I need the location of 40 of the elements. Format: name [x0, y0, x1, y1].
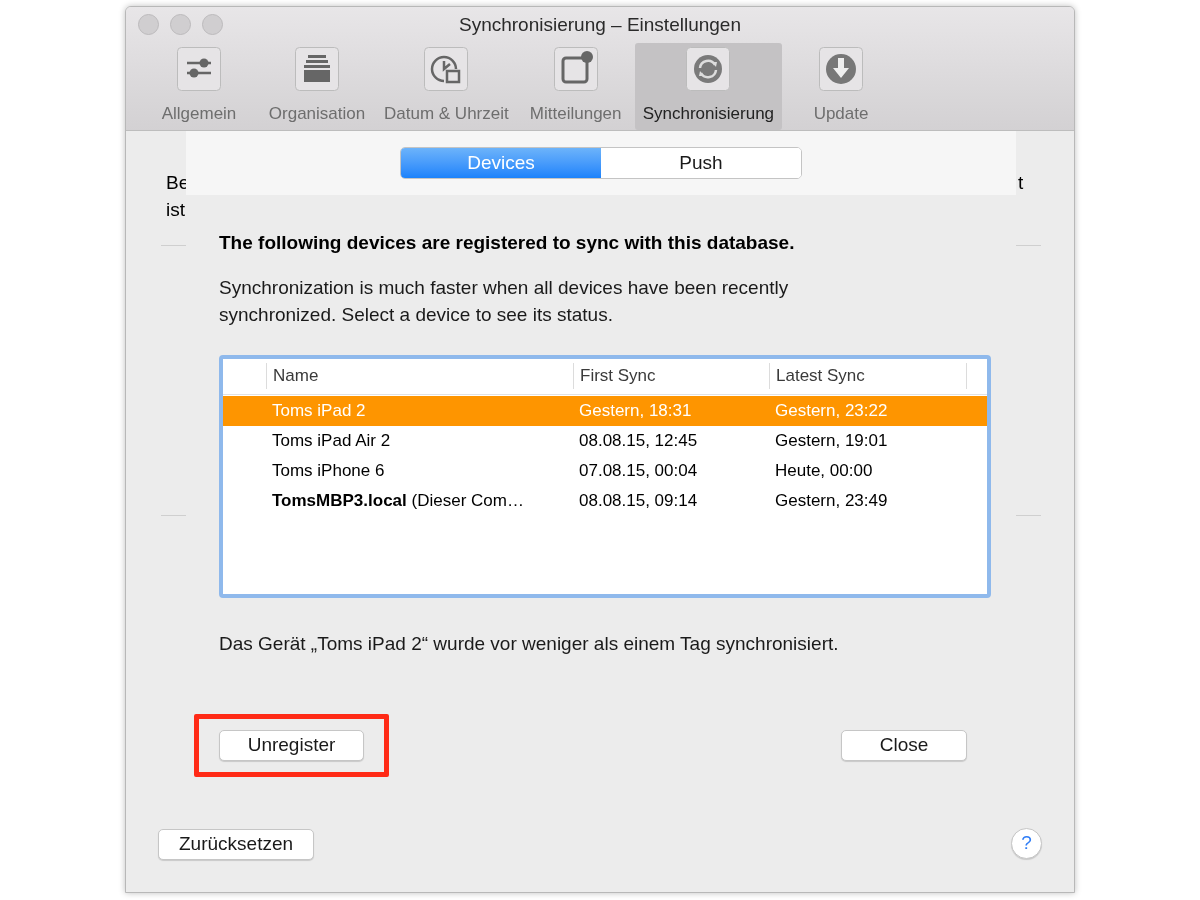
background-text: t: [1018, 171, 1024, 195]
table-cell: Gestern, 19:01: [775, 430, 888, 450]
toolbar-tab[interactable]: Datum & Uhrzeit: [376, 42, 517, 130]
notice-icon: [553, 46, 598, 91]
download-icon: [819, 46, 864, 91]
table-cell: 07.08.15, 00:04: [579, 460, 698, 480]
column-header[interactable]: First Sync: [574, 363, 770, 389]
column-header[interactable]: Latest Sync: [770, 363, 967, 389]
toolbar-tab[interactable]: Organisation: [258, 42, 376, 130]
toolbar-tab[interactable]: Synchronisierung: [634, 42, 783, 130]
background-text: ist: [166, 198, 186, 222]
zoom-window-button[interactable]: [202, 14, 223, 36]
table-cell: Gestern, 18:31: [579, 400, 692, 420]
sliders-icon: [177, 46, 221, 91]
toolbar-tab[interactable]: Allgemein: [140, 42, 258, 130]
table-cell: Gestern, 23:49: [775, 490, 888, 510]
table-cell: TomsMBP3.local (Dieser Com…: [272, 490, 524, 510]
stack-icon: [295, 46, 339, 91]
table-cell: Heute, 00:00: [775, 460, 873, 480]
status-text: Das Gerät „Toms iPad 2“ wurde vor weniger als einem Tag synchronisiert.: [219, 631, 840, 656]
column-header[interactable]: Name: [267, 363, 574, 389]
close-button[interactable]: Close: [841, 730, 967, 761]
reset-button[interactable]: Zurücksetzen: [158, 829, 315, 860]
table-cell: Toms iPad Air 2: [272, 430, 391, 450]
table-cell: Toms iPhone 6: [272, 460, 385, 480]
clock-icon: [424, 46, 469, 91]
unregister-button[interactable]: Unregister: [219, 730, 364, 761]
toolbar-tab[interactable]: Mitteilungen: [516, 42, 635, 130]
table-cell: Toms iPad 2: [272, 400, 366, 420]
minimize-window-button[interactable]: [170, 14, 191, 36]
table-cell: 08.08.15, 09:14: [579, 490, 698, 510]
window-title: Synchronisierung – Einstellungen: [458, 12, 742, 37]
help-button[interactable]: ?: [1011, 828, 1042, 859]
toolbar-tab[interactable]: Update: [782, 42, 901, 130]
table-cell: Gestern, 23:22: [775, 400, 888, 420]
close-window-button[interactable]: [138, 14, 159, 36]
sync-icon: [686, 46, 731, 91]
description-text: Synchronization is much faster when all devices have been recently synchronized. Select a device to see its status.: [219, 275, 790, 327]
sheet-heading: The following devices are registered to sync with this database.: [219, 231, 796, 255]
table-cell: 08.08.15, 12:45: [579, 430, 698, 450]
